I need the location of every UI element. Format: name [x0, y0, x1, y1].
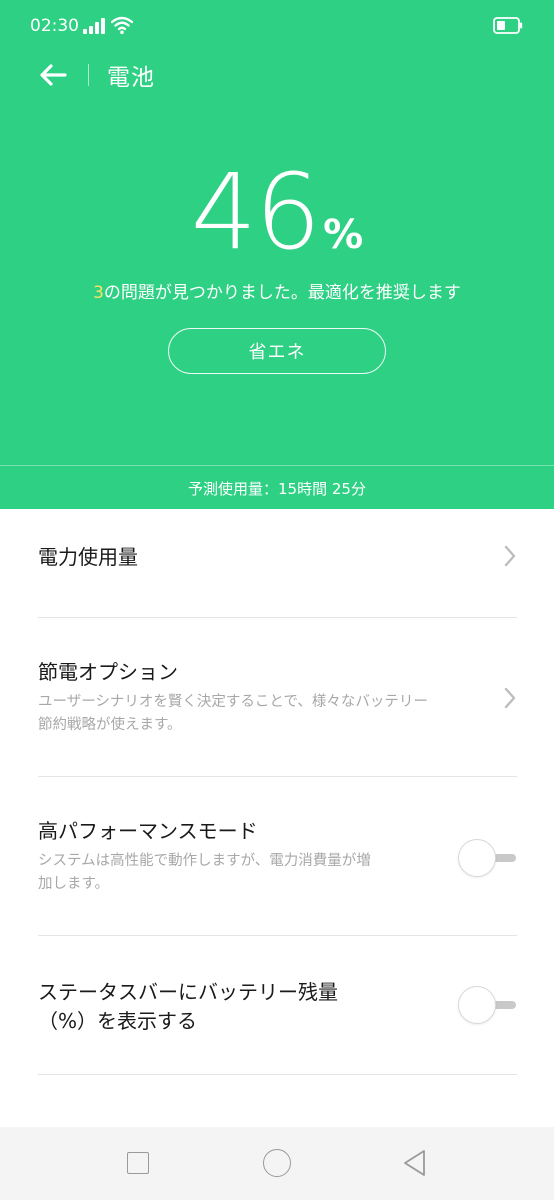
battery-percent-unit: % [323, 212, 364, 258]
high-performance-mode-row: 高パフォーマンスモード システムは高性能で動作しますが、電力消費量が増 加します… [0, 777, 554, 935]
status-bar-percentage-row: ステータスバーにバッテリー残量 （%）を表示する [0, 936, 554, 1074]
battery-percent-value: 46 [190, 151, 321, 273]
back-arrow-icon[interactable] [38, 62, 68, 88]
toggle-knob [458, 839, 496, 877]
issue-summary: 3の問題が見つかりました。最適化を推奨します [0, 278, 554, 303]
high-performance-mode-title: 高パフォーマンスモード [38, 819, 258, 843]
estimated-usage-time: 予測使用量：15時間 25分 [188, 480, 366, 498]
high-performance-mode-toggle[interactable] [458, 839, 518, 877]
power-usage-row[interactable]: 電力使用量 [0, 509, 554, 617]
title-divider [88, 64, 89, 86]
nav-back-icon[interactable] [401, 1148, 429, 1178]
status-bar: 02:30 [0, 0, 554, 54]
high-performance-mode-subtitle-line1: システムは高性能で動作しますが、電力消費量が増 [38, 853, 371, 869]
issue-count: 3 [93, 283, 104, 303]
battery-header-panel: 02:30 電池 46% 3の問題が見つかりました。最適化を推奨します 省エネ … [0, 0, 554, 509]
power-saving-button[interactable]: 省エネ [168, 328, 386, 374]
power-saving-options-subtitle-line2: 節約戦略が使えます。 [38, 717, 182, 733]
list-divider [38, 1074, 517, 1075]
issue-text: の問題が見つかりました。最適化を推奨します [103, 283, 461, 303]
battery-icon [493, 17, 523, 34]
power-saving-options-subtitle-line1: ユーザーシナリオを賢く決定することで、様々なバッテリー [38, 694, 428, 710]
status-bar-percentage-title-line2: （%）を表示する [38, 1009, 198, 1033]
system-navigation-bar [0, 1127, 554, 1200]
toggle-knob [458, 986, 496, 1024]
power-saving-options-title: 節電オプション [38, 660, 178, 684]
status-bar-percentage-title-line1: ステータスバーにバッテリー残量 [38, 980, 338, 1004]
status-time: 02:30 [30, 16, 79, 36]
estimate-divider [0, 465, 554, 466]
high-performance-mode-subtitle-line2: 加します。 [38, 876, 110, 892]
chevron-right-icon [504, 687, 516, 709]
wifi-icon [111, 16, 133, 35]
chevron-right-icon [504, 545, 516, 567]
signal-icon [83, 18, 105, 34]
recent-apps-icon[interactable] [127, 1152, 149, 1174]
home-icon[interactable] [263, 1149, 291, 1177]
page-title: 電池 [107, 65, 155, 91]
status-bar-percentage-toggle[interactable] [458, 986, 518, 1024]
power-usage-title: 電力使用量 [38, 545, 138, 569]
power-saving-options-row[interactable]: 節電オプション ユーザーシナリオを賢く決定することで、様々なバッテリー 節約戦略… [0, 618, 554, 776]
battery-percentage: 46% [0, 152, 554, 272]
